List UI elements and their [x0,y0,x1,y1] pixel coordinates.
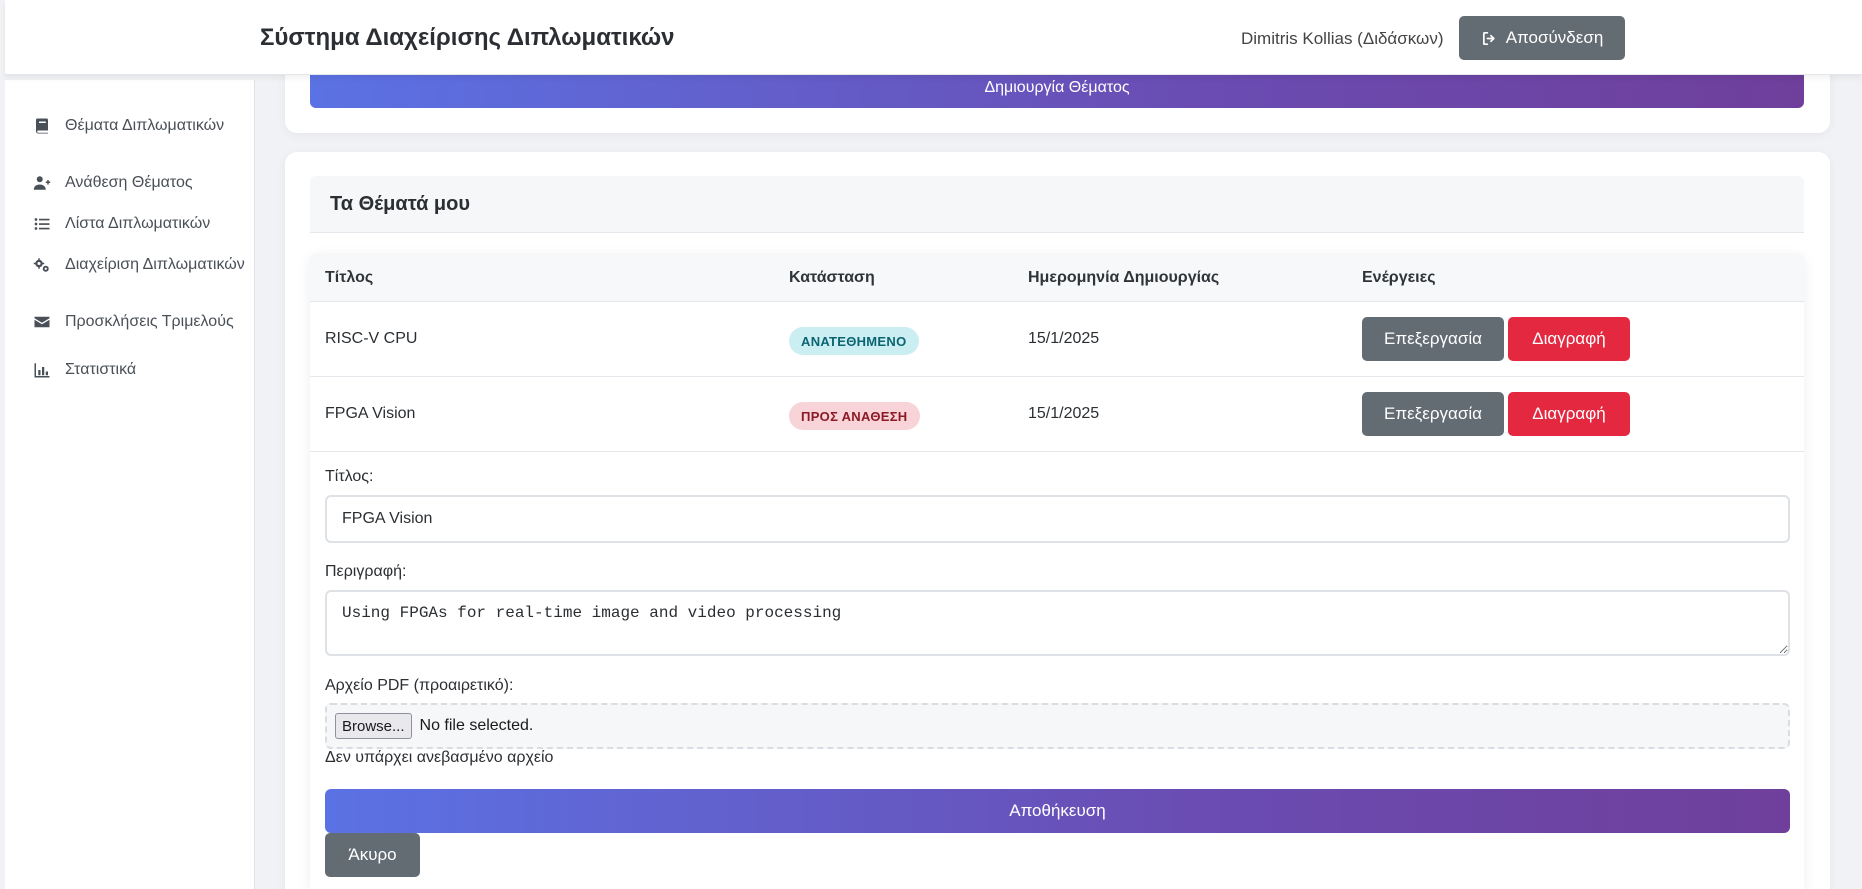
gears-icon [33,257,49,272]
table-row: RISC-V CPU ΑΝΑΤΕΘΗΜΕΝΟ 15/1/2025 Επεξεργ… [310,302,1804,377]
sidebar-item-assign-topic[interactable]: Ανάθεση Θέματος [33,173,248,192]
sidebar-item-thesis-management[interactable]: Διαχείριση Διπλωματικών [33,255,248,274]
title-label: Τίτλος: [325,468,374,485]
chart-icon [34,362,50,377]
sidebar-item-label: Διαχείριση Διπλωματικών [65,256,245,273]
user-plus-icon [33,175,51,190]
sidebar: Θέματα Διπλωματικών Ανάθεση Θέματος Λίστ… [5,80,255,889]
description-label: Περιγραφή: [325,563,407,580]
sidebar-item-label: Προσκλήσεις Τριμελούς [65,313,234,330]
delete-button[interactable]: Διαγραφή [1508,392,1630,436]
current-user-name: Dimitris Kollias (Διδάσκων) [1241,29,1444,48]
table-header: Τίτλος Κατάσταση Ημερομηνία Δημιουργίας … [310,253,1804,302]
status-badge: ΑΝΑΤΕΘΗΜΕΝΟ [789,327,919,355]
browse-button[interactable]: Browse... [335,713,412,739]
edit-button[interactable]: Επεξεργασία [1362,392,1504,436]
logout-label: Αποσύνδεση [1505,28,1604,47]
column-header-status: Κατάσταση [789,269,875,286]
table-row: FPGA Vision ΠΡΟΣ ΑΝΑΘΕΣΗ 15/1/2025 Επεξε… [310,377,1804,452]
top-header: Σύστημα Διαχείρισης Διπλωματικών Dimitri… [5,0,1862,75]
cancel-button[interactable]: Άκυρο [325,833,420,877]
pdf-file-input: Browse... No file selected. [325,703,1790,749]
delete-button[interactable]: Διαγραφή [1508,317,1630,361]
sidebar-item-statistics[interactable]: Στατιστικά [33,360,248,379]
logout-button[interactable]: Αποσύνδεση [1459,16,1625,60]
created-date: 15/1/2025 [1028,330,1100,347]
sidebar-item-label: Στατιστικά [65,361,137,378]
column-header-actions: Ενέργειες [1362,269,1436,286]
sidebar-item-topics[interactable]: Θέματα Διπλωματικών [33,116,248,135]
sign-out-icon [1482,31,1495,45]
pdf-file-label: Αρχείο PDF (προαιρετικό): [325,677,514,694]
sidebar-item-label: Ανάθεση Θέματος [65,174,193,191]
sidebar-item-label: Λίστα Διπλωματικών [65,215,211,232]
no-uploaded-file-text: Δεν υπάρχει ανεβασμένο αρχείο [325,749,554,766]
status-badge: ΠΡΟΣ ΑΝΑΘΕΣΗ [789,402,920,430]
topic-title: FPGA Vision [325,405,416,422]
sidebar-item-thesis-list[interactable]: Λίστα Διπλωματικών [33,214,248,233]
edit-button[interactable]: Επεξεργασία [1362,317,1504,361]
created-date: 15/1/2025 [1028,405,1100,422]
book-icon [36,118,48,133]
sidebar-item-label: Θέματα Διπλωματικών [65,117,225,134]
section-title: Τα Θέματά μου [330,193,471,215]
topics-table: Τίτλος Κατάσταση Ημερομηνία Δημιουργίας … [310,253,1804,889]
column-header-date: Ημερομηνία Δημιουργίας [1028,269,1220,286]
topic-title: RISC-V CPU [325,330,418,347]
app-title: Σύστημα Διαχείρισης Διπλωματικών [260,24,675,51]
sidebar-item-committee-invitations[interactable]: Προσκλήσεις Τριμελούς [33,312,248,331]
description-textarea[interactable]: Using FPGAs for real-time image and vide… [325,590,1790,656]
envelope-icon [34,316,50,327]
title-input[interactable] [325,495,1790,543]
my-topics-header: Τα Θέματά μου [310,176,1804,233]
file-selection-status: No file selected. [419,717,534,734]
list-icon [34,217,50,230]
save-button[interactable]: Αποθήκευση [325,789,1790,833]
column-header-title: Τίτλος [325,269,374,286]
